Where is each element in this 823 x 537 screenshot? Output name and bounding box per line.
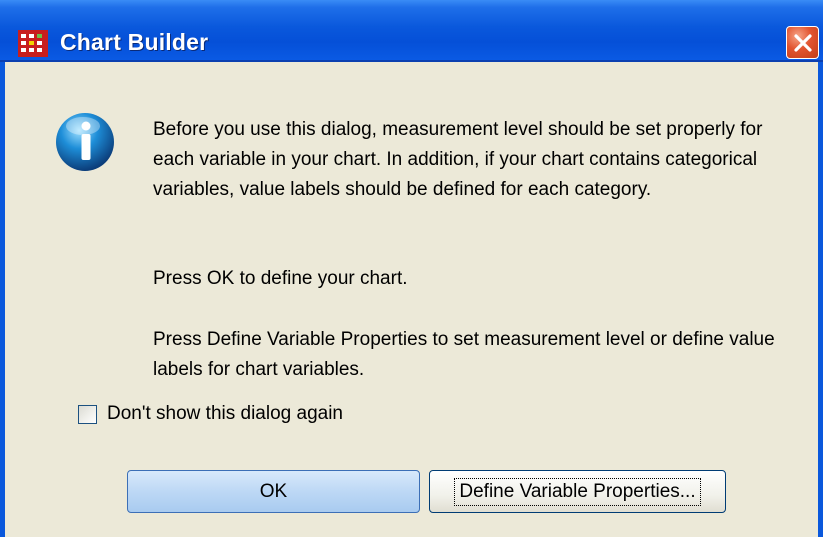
chart-builder-grid-icon: [18, 30, 48, 57]
window-title: Chart Builder: [60, 29, 209, 55]
dont-show-again-row[interactable]: Don't show this dialog again: [78, 403, 343, 425]
message-text: Press OK to define your chart.: [153, 268, 408, 289]
title-bar[interactable]: Chart Builder: [0, 0, 823, 62]
define-variable-properties-label: Define Variable Properties...: [454, 477, 701, 506]
message-text: Press Define Variable Properties to set …: [153, 329, 775, 380]
close-x-icon: [793, 33, 812, 52]
define-variable-properties-button[interactable]: Define Variable Properties...: [429, 470, 726, 513]
close-button[interactable]: [786, 26, 819, 59]
chart-builder-dialog: Chart Builder Before you use this dialog…: [0, 0, 823, 537]
message-paragraph-ok: Press OK to define your chart.: [153, 264, 803, 294]
message-paragraph-define: Press Define Variable Properties to set …: [153, 325, 803, 385]
info-icon: [56, 113, 114, 171]
message-paragraph-intro: Before you use this dialog, measurement …: [153, 115, 803, 205]
dont-show-again-label[interactable]: Don't show this dialog again: [107, 403, 343, 425]
dont-show-again-checkbox[interactable]: [78, 404, 97, 424]
ok-button[interactable]: OK: [127, 470, 420, 513]
message-text: Before you use this dialog, measurement …: [153, 119, 763, 200]
ok-button-label: OK: [259, 480, 288, 502]
dialog-body: Before you use this dialog, measurement …: [0, 62, 823, 537]
